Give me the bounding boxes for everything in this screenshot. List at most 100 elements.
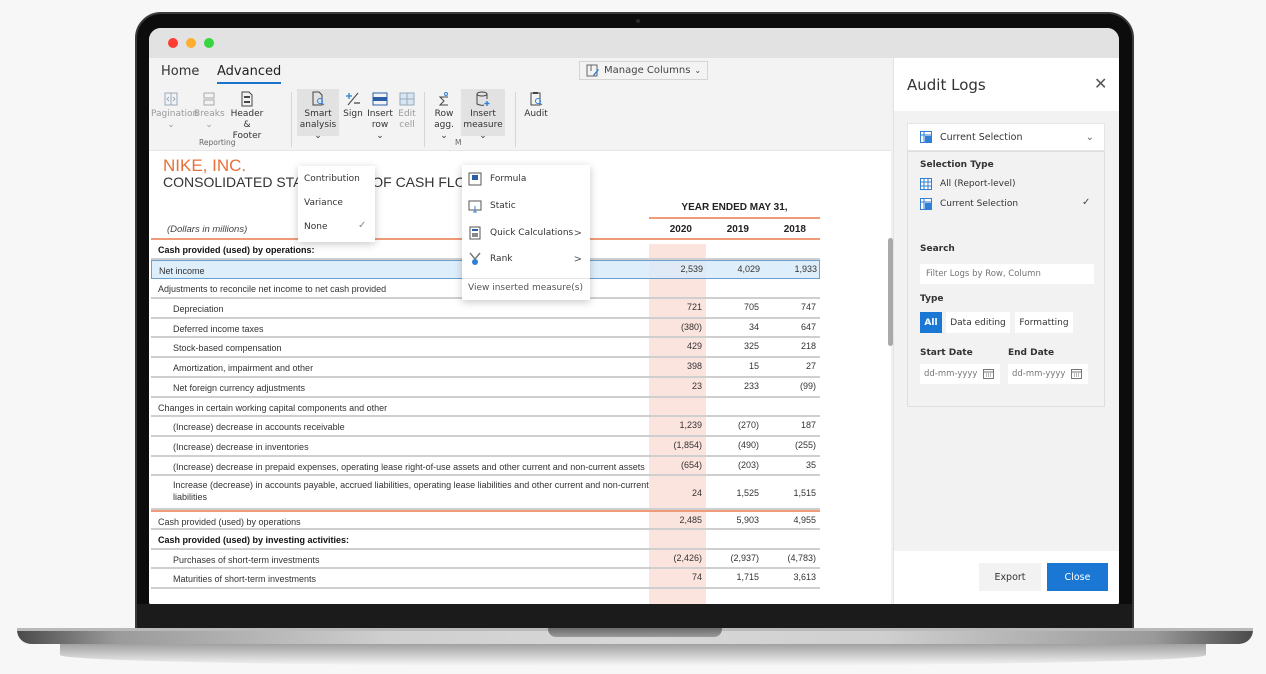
cell-2018[interactable]: 1,515 bbox=[763, 488, 820, 498]
close-button[interactable]: Close bbox=[1047, 563, 1108, 591]
type-filter-all[interactable]: All bbox=[920, 312, 942, 333]
insert-measure-button[interactable]: Insert measure ⌄ bbox=[461, 89, 505, 141]
menu-item-formula[interactable]: Formula bbox=[468, 172, 584, 186]
cell-2018[interactable]: 3,613 bbox=[763, 572, 820, 582]
cell-2019[interactable]: 233 bbox=[706, 381, 763, 391]
end-date-input[interactable]: dd-mm-yyyy bbox=[1008, 364, 1088, 384]
cell-2019[interactable]: 325 bbox=[706, 341, 763, 351]
cell-2020[interactable]: (654) bbox=[649, 460, 706, 470]
cell-2020[interactable]: 721 bbox=[649, 302, 706, 312]
start-date-label: Start Date bbox=[920, 348, 973, 358]
cell-2019[interactable]: 34 bbox=[706, 322, 763, 332]
cell-2020[interactable]: 2,485 bbox=[649, 515, 706, 525]
cell-2020[interactable]: 23 bbox=[649, 381, 706, 391]
menu-item-quick-calculations[interactable]: Quick Calculations > bbox=[468, 226, 584, 240]
table-row[interactable]: Purchases of short-term investments (2,42… bbox=[151, 550, 820, 570]
search-label: Search bbox=[920, 244, 955, 254]
cell-2019[interactable]: 705 bbox=[706, 302, 763, 312]
audit-button[interactable]: Audit bbox=[521, 91, 551, 120]
cell-2018[interactable]: (4,783) bbox=[763, 553, 820, 563]
cell-2020[interactable]: (1,854) bbox=[649, 440, 706, 450]
menu-item-static[interactable]: Static bbox=[468, 199, 584, 213]
window-minimize-button[interactable] bbox=[186, 38, 196, 48]
cell-2019[interactable]: (2,937) bbox=[706, 553, 763, 563]
cell-2019[interactable]: 1,715 bbox=[706, 572, 763, 582]
cell-2020[interactable]: 2,539 bbox=[650, 264, 707, 274]
type-filter-formatting[interactable]: Formatting bbox=[1015, 312, 1073, 333]
pagination-button[interactable]: Pagination ⌄ bbox=[151, 91, 198, 131]
view-inserted-measures-link[interactable]: View inserted measure(s) bbox=[468, 283, 583, 293]
type-filter-data-editing[interactable]: Data editing bbox=[946, 312, 1010, 333]
window-maximize-button[interactable] bbox=[204, 38, 214, 48]
export-button[interactable]: Export bbox=[979, 563, 1041, 591]
cell-2019[interactable]: 1,525 bbox=[706, 488, 763, 498]
smart-analysis-button[interactable]: Smart analysis ⌄ bbox=[297, 89, 339, 141]
table-row[interactable]: Cash provided (used) by investing activi… bbox=[151, 530, 820, 550]
window-close-button[interactable] bbox=[168, 38, 178, 48]
cell-2020[interactable]: 398 bbox=[649, 361, 706, 371]
table-row[interactable]: (Increase) decrease in prepaid expenses,… bbox=[151, 457, 820, 477]
table-row[interactable]: Cash provided (used) by operations 2,485 5… bbox=[151, 510, 820, 530]
cell-2019[interactable]: (270) bbox=[706, 420, 763, 430]
row-aggregation-button[interactable]: Row agg. ⌄ bbox=[430, 91, 458, 142]
option-current-selection[interactable]: Current Selection bbox=[920, 198, 1018, 210]
menu-item-none[interactable]: None bbox=[304, 222, 327, 232]
cell-2020[interactable]: 74 bbox=[649, 572, 706, 582]
sign-button[interactable]: Sign bbox=[342, 91, 364, 120]
column-header-2018[interactable]: 2018 bbox=[763, 224, 820, 235]
selection-type-label: Selection Type bbox=[920, 160, 994, 170]
cell-2019[interactable]: (203) bbox=[706, 460, 763, 470]
insert-row-button[interactable]: Insert row ⌄ bbox=[367, 91, 393, 142]
column-header-2019[interactable]: 2019 bbox=[706, 224, 763, 235]
cell-2020[interactable]: 429 bbox=[649, 341, 706, 351]
tab-advanced[interactable]: Advanced bbox=[217, 64, 282, 84]
table-row[interactable]: Deferred income taxes (380) 34 647 bbox=[151, 319, 820, 339]
laptop-shadow bbox=[60, 644, 1206, 666]
menu-item-rank[interactable]: Rank > bbox=[468, 252, 584, 266]
option-all-report-level[interactable]: All (Report-level) bbox=[920, 178, 1016, 190]
table-row[interactable]: Increase (decrease) in accounts payable,… bbox=[151, 476, 820, 511]
table-row[interactable]: Amortization, impairment and other 398 15 2… bbox=[151, 358, 820, 378]
table-row[interactable]: Stock-based compensation 429 325 218 bbox=[151, 338, 820, 359]
row-label: Maturities of short-term investments bbox=[173, 574, 317, 585]
table-row[interactable]: (Increase) decrease in inventories (1,854… bbox=[151, 437, 820, 457]
cell-2018[interactable]: (99) bbox=[763, 381, 820, 391]
cell-2019[interactable]: (490) bbox=[706, 440, 763, 450]
cell-2019[interactable]: 5,903 bbox=[706, 515, 763, 525]
cell-2018[interactable]: (255) bbox=[763, 440, 820, 450]
menu-item-variance[interactable]: Variance bbox=[304, 198, 343, 208]
edit-cell-button[interactable]: Edit cell bbox=[396, 91, 418, 131]
table-row[interactable]: Depreciation 721 705 747 bbox=[151, 299, 820, 319]
row-label: Depreciation bbox=[173, 304, 224, 315]
cell-2018[interactable]: 35 bbox=[763, 460, 820, 470]
table-row[interactable]: Net foreign currency adjustments 23 233 (99… bbox=[151, 378, 820, 398]
manage-columns-button[interactable]: Manage Columns ⌄ bbox=[579, 61, 709, 80]
selection-dropdown[interactable]: Current Selection ⌄ bbox=[907, 123, 1105, 151]
filter-logs-input[interactable] bbox=[920, 264, 1094, 284]
ribbon-separator bbox=[291, 92, 292, 147]
cell-2018[interactable]: 187 bbox=[763, 420, 820, 430]
cell-2018[interactable]: 647 bbox=[763, 322, 820, 332]
cell-2020[interactable]: 24 bbox=[649, 488, 706, 498]
cell-2020[interactable]: 1,239 bbox=[649, 420, 706, 430]
cell-2020[interactable]: (2,426) bbox=[649, 553, 706, 563]
tab-home[interactable]: Home bbox=[161, 64, 199, 82]
start-date-input[interactable]: dd-mm-yyyy bbox=[920, 364, 1000, 384]
cell-2018[interactable]: 747 bbox=[763, 302, 820, 312]
cell-2020[interactable]: (380) bbox=[649, 322, 706, 332]
menu-item-contribution[interactable]: Contribution bbox=[304, 174, 360, 184]
cell-2019[interactable]: 4,029 bbox=[707, 264, 764, 274]
cell-2019[interactable]: 15 bbox=[706, 361, 763, 371]
column-header-2020[interactable]: 2020 bbox=[649, 224, 706, 235]
table-row[interactable]: Changes in certain working capital compo… bbox=[151, 398, 820, 418]
cell-2018[interactable]: 1,933 bbox=[764, 264, 821, 274]
cell-2018[interactable]: 218 bbox=[763, 341, 820, 351]
cell-2018[interactable]: 4,955 bbox=[763, 515, 820, 525]
cell-2018[interactable]: 27 bbox=[763, 361, 820, 371]
close-icon[interactable]: ✕ bbox=[1094, 74, 1107, 93]
row-label: Amortization, impairment and other bbox=[173, 363, 314, 374]
header-footer-button[interactable]: Header & Footer bbox=[228, 91, 266, 142]
breaks-button[interactable]: Breaks ⌄ bbox=[194, 91, 225, 131]
table-row[interactable]: (Increase) decrease in accounts receivab… bbox=[151, 417, 820, 437]
table-row[interactable]: Maturities of short-term investments 74 1,… bbox=[151, 569, 820, 589]
